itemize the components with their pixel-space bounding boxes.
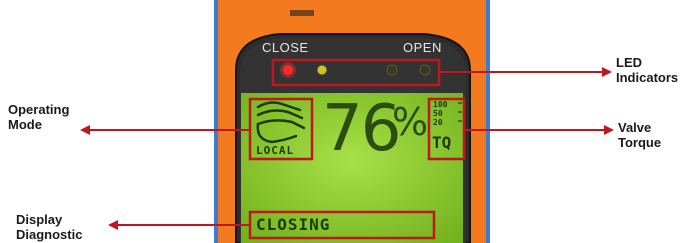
- torque-label: TQ: [432, 133, 452, 152]
- led-open-1: [386, 64, 398, 76]
- callout-led-indicators: LED Indicators: [616, 55, 678, 85]
- callout-led-line2: Indicators: [616, 70, 679, 85]
- callout-led-line1: LED: [616, 55, 642, 70]
- mode-text: LOCAL: [256, 144, 295, 157]
- open-label: OPEN: [403, 40, 442, 55]
- torque-scale-100: 100: [433, 100, 448, 109]
- callout-diag-line1: Display: [16, 212, 63, 227]
- led-open-2: [419, 64, 431, 76]
- top-marking: [290, 10, 314, 16]
- led-close-red-core: [283, 65, 293, 75]
- reading-value: 76: [322, 92, 401, 166]
- torque-scale-20: 20: [433, 118, 443, 127]
- callout-torque-line2: Torque: [618, 135, 662, 150]
- led-close-yellow: [316, 64, 328, 76]
- callout-torque-line1: Valve: [618, 120, 652, 135]
- reading-unit: %: [392, 100, 429, 144]
- status-text: CLOSING: [256, 215, 331, 234]
- callout-mode-line1: Operating: [8, 102, 70, 117]
- callout-valve-torque: Valve Torque: [618, 120, 661, 150]
- callout-diag-line2: Diagnostic: [16, 227, 83, 242]
- close-label: CLOSE: [262, 40, 309, 55]
- callout-operating-mode: Operating Mode: [8, 102, 69, 132]
- torque-scale-50: 50: [433, 109, 443, 118]
- callout-mode-line2: Mode: [8, 117, 42, 132]
- callout-display-diagnostic: Display Diagnostic: [16, 212, 82, 242]
